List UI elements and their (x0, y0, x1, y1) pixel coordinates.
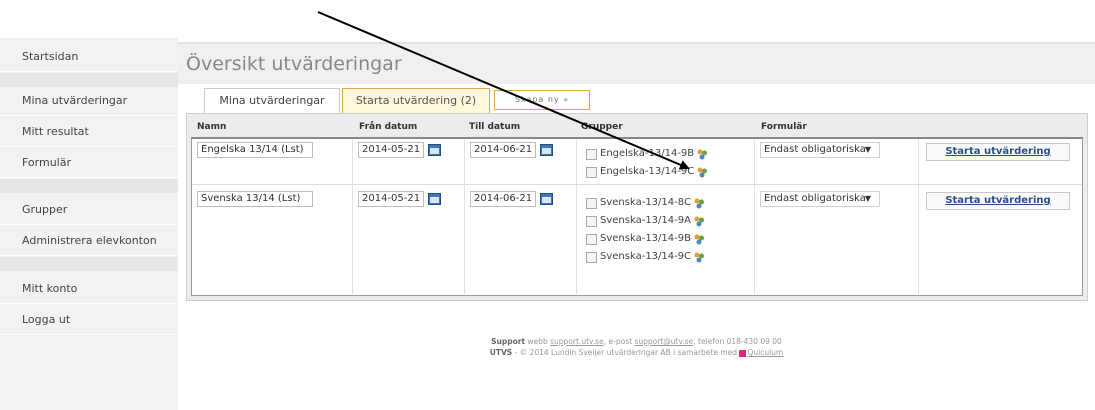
start-evaluation-button[interactable]: Starta utvärdering (926, 143, 1070, 161)
group-option: Engelska-13/14-9B (586, 146, 708, 162)
chevron-down-icon: ▼ (864, 194, 871, 203)
column-divider (352, 139, 353, 294)
sidebar-item-logga-ut[interactable]: Logga ut (0, 305, 178, 335)
group-checkbox[interactable] (586, 233, 597, 245)
column-header-namn: Namn (197, 122, 227, 132)
group-label: Engelska-13/14-9C (600, 166, 695, 177)
column-divider (918, 139, 919, 294)
sidebar-divider (0, 73, 178, 87)
to-date-field[interactable]: 2014-06-21 (470, 142, 536, 158)
footer-text: - © 2014 Lundin Sveijer utvärderingar AB… (514, 348, 738, 357)
start-evaluation-button[interactable]: Starta utvärdering (926, 192, 1070, 210)
group-checkbox[interactable] (586, 251, 597, 263)
page-title: Översikt utvärderingar (186, 53, 402, 75)
main-content: Översikt utvärderingar Mina utvärderinga… (178, 38, 1095, 410)
calendar-icon[interactable] (428, 193, 441, 205)
footer: Support webb support.utv.se, e-post supp… (178, 336, 1095, 358)
footer-text: webb (527, 337, 548, 346)
group-option: Svenska-13/14-9C (586, 249, 705, 265)
group-option: Svenska-13/14-9A (586, 213, 705, 229)
support-email-link[interactable]: support@utv.se (634, 337, 693, 346)
calendar-icon[interactable] (540, 144, 553, 156)
group-checkbox[interactable] (586, 166, 597, 178)
form-select[interactable]: Endast obligatoriska ▼ (760, 142, 880, 158)
tab-mina-utvarderingar[interactable]: Mina utvärderingar (204, 88, 340, 114)
evaluations-table: Engelska 13/14 (Lst) 2014-05-21 2014-06-… (191, 137, 1083, 296)
footer-text: , e-post (603, 337, 633, 346)
group-checkbox[interactable] (586, 148, 597, 160)
sidebar-item-mina-utvarderingar[interactable]: Mina utvärderingar (0, 86, 178, 116)
calendar-icon[interactable] (428, 144, 441, 156)
chevron-down-icon: ▼ (864, 145, 871, 154)
evaluation-name-field[interactable]: Svenska 13/14 (Lst) (197, 191, 313, 207)
quiculum-logo-icon (739, 349, 747, 357)
group-label: Svenska-13/14-9B (600, 233, 691, 244)
evaluation-name-field[interactable]: Engelska 13/14 (Lst) (197, 142, 313, 158)
group-option: Svenska-13/14-9B (586, 231, 705, 247)
form-select[interactable]: Endast obligatoriska ▼ (760, 191, 880, 207)
column-divider (464, 139, 465, 294)
sidebar-divider (0, 179, 178, 193)
group-icon (694, 198, 705, 209)
group-option: Svenska-13/14-8C (586, 195, 705, 211)
calendar-icon[interactable] (540, 193, 553, 205)
sidebar-item-grupper[interactable]: Grupper (0, 195, 178, 225)
column-header-till-datum: Till datum (469, 122, 521, 132)
group-label: Svenska-13/14-9C (600, 251, 692, 262)
group-icon (694, 252, 705, 263)
column-header-grupper: Grupper (581, 122, 623, 132)
tab-starta-utvardering[interactable]: Starta utvärdering (2) (342, 88, 490, 114)
footer-utvs-label: UTVS (489, 348, 513, 357)
footer-support-label: Support (491, 337, 526, 346)
title-bar: Översikt utvärderingar (178, 42, 1095, 84)
row-divider (192, 184, 1082, 185)
column-header-fran-datum: Från datum (359, 122, 418, 132)
sidebar-item-administrera-elevkonton[interactable]: Administrera elevkonton (0, 226, 178, 256)
form-select-value: Endast obligatoriska (764, 144, 866, 155)
footer-text: , telefon 018-430 09 00 (693, 337, 782, 346)
evaluations-panel: Namn Från datum Till datum Grupper Formu… (186, 113, 1088, 301)
tab-skapa-ny[interactable]: Skapa ny » (494, 90, 590, 110)
support-web-link[interactable]: support.utv.se (550, 337, 604, 346)
group-option: Engelska-13/14-9C (586, 164, 708, 180)
column-divider (754, 139, 755, 294)
to-date-field[interactable]: 2014-06-21 (470, 191, 536, 207)
group-icon (697, 167, 708, 178)
from-date-field[interactable]: 2014-05-21 (358, 191, 424, 207)
group-label: Engelska-13/14-9B (600, 148, 695, 159)
sidebar-item-startsidan[interactable]: Startsidan (0, 42, 178, 72)
group-icon (694, 234, 704, 245)
sidebar-item-mitt-konto[interactable]: Mitt konto (0, 274, 178, 304)
column-header-formular: Formulär (761, 122, 807, 132)
column-divider (576, 139, 577, 294)
group-checkbox[interactable] (586, 197, 597, 209)
group-icon (697, 149, 708, 160)
form-select-value: Endast obligatoriska (764, 193, 866, 204)
sidebar-item-formular[interactable]: Formulär (0, 148, 178, 178)
footer-support-line: Support webb support.utv.se, e-post supp… (178, 336, 1095, 347)
footer-copyright-line: UTVS - © 2014 Lundin Sveijer utvärdering… (178, 347, 1095, 358)
from-date-field[interactable]: 2014-05-21 (358, 142, 424, 158)
sidebar-divider (0, 257, 178, 271)
group-icon (694, 216, 704, 227)
group-checkbox[interactable] (586, 215, 597, 227)
partner-link[interactable]: Quiculum (747, 348, 783, 357)
group-label: Svenska-13/14-8C (600, 197, 692, 208)
group-label: Svenska-13/14-9A (600, 215, 691, 226)
sidebar: Startsidan Mina utvärderingar Mitt resul… (0, 38, 178, 410)
sidebar-item-mitt-resultat[interactable]: Mitt resultat (0, 117, 178, 147)
